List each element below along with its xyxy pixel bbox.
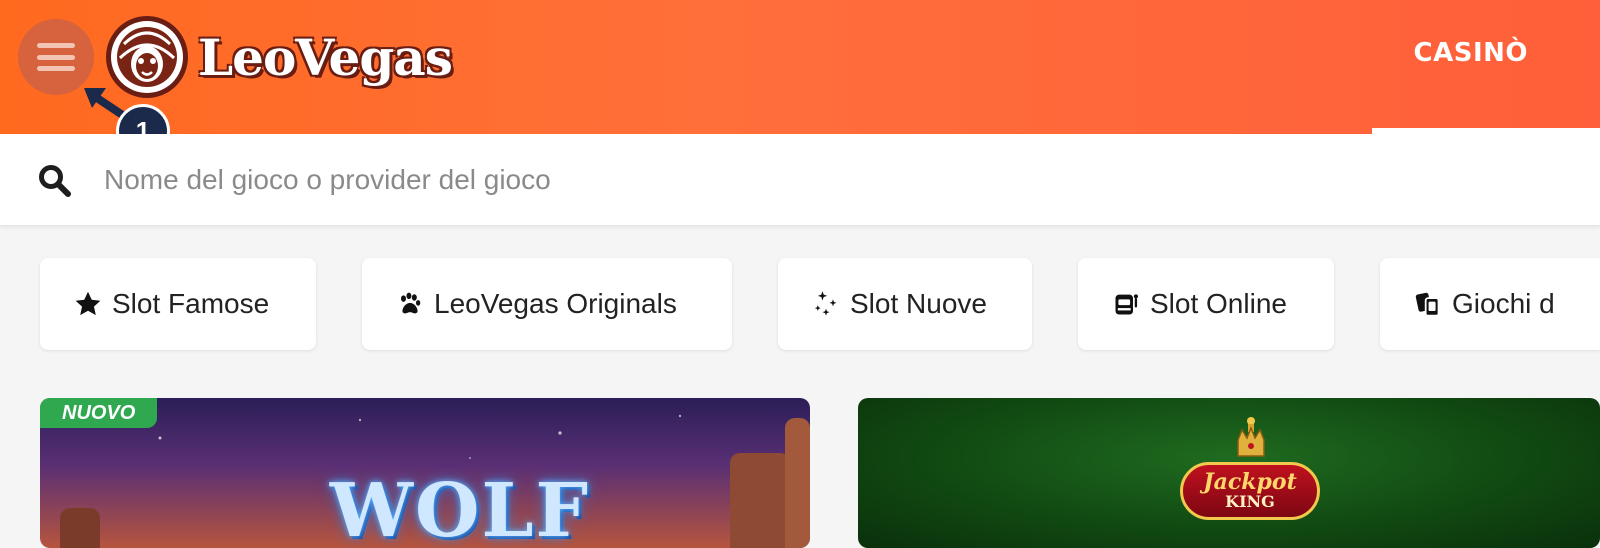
search-icon	[39, 165, 71, 197]
chip-leovegas-originals[interactable]: LeoVegas Originals	[362, 258, 732, 350]
category-chips: Slot Famose LeoVegas Originals Slot Nuov…	[0, 258, 1600, 354]
search-input[interactable]	[104, 156, 1104, 204]
hamburger-icon	[37, 43, 75, 71]
game-title-line1: Jackpot	[1203, 469, 1297, 495]
new-badge: NUOVO	[40, 398, 158, 428]
cards-icon	[1414, 290, 1442, 318]
chip-slot-nuove[interactable]: Slot Nuove	[778, 258, 1032, 350]
game-title-line2: KING	[1225, 492, 1275, 511]
crown-icon	[1237, 417, 1265, 457]
game-title: WOLF	[329, 468, 591, 548]
paw-icon	[396, 290, 424, 318]
chip-label: Slot Nuove	[850, 288, 987, 319]
chip-giochi-da-tavolo[interactable]: Giochi d	[1380, 258, 1600, 350]
chip-label: Giochi d	[1452, 288, 1555, 319]
star-icon	[74, 290, 102, 318]
chip-label: Slot Famose	[112, 288, 270, 319]
brand-name: LeoVegas	[198, 27, 453, 87]
game-card-jackpot-king[interactable]: Jackpot KING	[858, 398, 1600, 548]
jackpot-king-logo: Jackpot KING	[1180, 462, 1320, 520]
game-card-wolf[interactable]: NUOVO WOLF	[40, 398, 810, 548]
brand-logo[interactable]: LeoVegas	[104, 12, 453, 102]
chip-slot-online[interactable]: Slot Online	[1078, 258, 1334, 350]
chip-slot-famose[interactable]: Slot Famose	[40, 258, 316, 350]
slot-machine-icon	[1112, 290, 1140, 318]
search-bar	[0, 134, 1600, 226]
chip-label: LeoVegas Originals	[434, 288, 677, 319]
sparkles-icon	[812, 290, 840, 318]
top-header: LeoVegas CASINÒ	[0, 0, 1600, 134]
nav-casino-tab[interactable]: CASINÒ	[1414, 38, 1528, 68]
chip-label: Slot Online	[1150, 288, 1287, 319]
